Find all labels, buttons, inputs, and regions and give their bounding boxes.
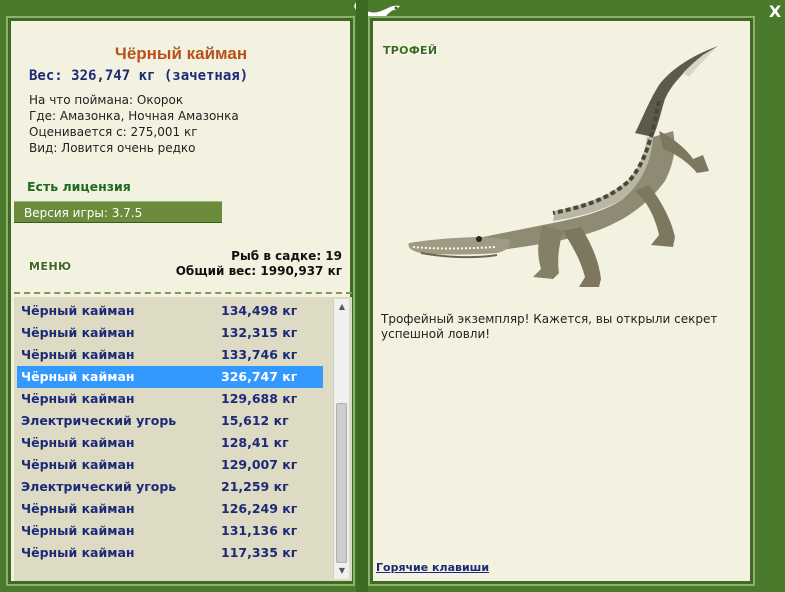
list-item-weight: 15,612 кг	[221, 413, 289, 428]
list-item-name: Чёрный кайман	[21, 501, 135, 516]
fish-weight: Вес: 326,747 кг (зачетная)	[29, 68, 249, 84]
list-item[interactable]: Чёрный кайман 129,688 кг	[17, 388, 323, 410]
list-item[interactable]: Чёрный кайман 129,007 кг	[17, 454, 323, 476]
keepnet-total: Общий вес: 1990,937 кг	[175, 264, 342, 278]
list-item-name: Чёрный кайман	[21, 523, 135, 538]
list-item-name: Чёрный кайман	[21, 391, 135, 406]
list-item[interactable]: Чёрный кайман 134,498 кг	[17, 300, 323, 322]
caiman-image	[408, 46, 718, 287]
fish-rated: Оценивается с: 275,001 кг	[29, 125, 198, 139]
list-item-name: Чёрный кайман	[21, 303, 135, 318]
list-item-weight: 134,498 кг	[221, 303, 298, 318]
list-item-weight: 129,688 кг	[221, 391, 298, 406]
list-scrollbar[interactable]: ▲ ▼	[333, 299, 349, 579]
menu-button[interactable]: МЕНЮ	[29, 260, 72, 273]
list-item-weight: 133,746 кг	[221, 347, 298, 362]
list-item[interactable]: Чёрный кайман 326,747 кг	[17, 366, 323, 388]
list-item[interactable]: Электрический угорь 21,259 кг	[17, 476, 323, 498]
fish-location: Где: Амазонка, Ночная Амазонка	[29, 109, 239, 123]
fish-bait: На что поймана: Окорок	[29, 93, 184, 107]
fish-list-rows: Чёрный кайман 134,498 кг Чёрный кайман 132,…	[17, 300, 323, 564]
hotkeys-link[interactable]: Горячие клавиши	[376, 561, 489, 574]
list-item-weight: 131,136 кг	[221, 523, 298, 538]
list-item-weight: 132,315 кг	[221, 325, 298, 340]
chevron-down-icon[interactable]: ▼	[334, 563, 350, 579]
list-item-weight: 126,249 кг	[221, 501, 298, 516]
keepnet-count: Рыб в садке: 19	[231, 249, 342, 263]
scrollbar-thumb[interactable]	[336, 403, 347, 563]
list-item[interactable]: Электрический угорь 15,612 кг	[17, 410, 323, 432]
list-item[interactable]: Чёрный кайман 132,315 кг	[17, 322, 323, 344]
fish-kind: Вид: Ловится очень редко	[29, 141, 196, 155]
trophy-text: Трофейный экземпляр! Кажется, вы открыли…	[381, 312, 718, 341]
window-frame: X Чёрный кайман Вес: 326,747 кг (зачетна…	[0, 0, 785, 592]
keepnet-summary: Рыб в садке: 19 Общий вес: 1990,937 кг	[176, 249, 342, 279]
list-item-name: Чёрный кайман	[21, 435, 135, 450]
divider	[14, 292, 352, 294]
panel-divider	[356, 0, 368, 592]
list-item-name: Чёрный кайман	[21, 457, 135, 472]
version-bar: Версия игры: 3.7.5	[14, 201, 222, 223]
list-item-weight: 129,007 кг	[221, 457, 298, 472]
list-item-name: Чёрный кайман	[21, 369, 135, 384]
list-item-name: Электрический угорь	[21, 413, 177, 428]
list-item-name: Чёрный кайман	[21, 347, 135, 362]
close-icon[interactable]: X	[766, 3, 784, 21]
list-item-weight: 326,747 кг	[221, 369, 298, 384]
list-item[interactable]: Чёрный кайман 128,41 кг	[17, 432, 323, 454]
fish-info-panel: Чёрный кайман Вес: 326,747 кг (зачетная)…	[6, 16, 355, 586]
chevron-up-icon[interactable]: ▲	[334, 299, 350, 315]
trophy-panel: ТРОФЕЙ Трофейный экземпляр! Кажется, вы …	[368, 16, 755, 586]
fish-list: Чёрный кайман 134,498 кг Чёрный кайман 132,…	[14, 297, 352, 581]
list-item-weight: 21,259 кг	[221, 479, 289, 494]
list-item[interactable]: Чёрный кайман 133,746 кг	[17, 344, 323, 366]
list-item[interactable]: Чёрный кайман 131,136 кг	[17, 520, 323, 542]
list-item-name: Электрический угорь	[21, 479, 177, 494]
list-item[interactable]: Чёрный кайман 117,335 кг	[17, 542, 323, 564]
list-item-name: Чёрный кайман	[21, 545, 135, 560]
list-item-weight: 117,335 кг	[221, 545, 298, 560]
license-status: Есть лицензия	[27, 179, 131, 194]
fish-title: Чёрный кайман	[114, 44, 248, 63]
list-item-weight: 128,41 кг	[221, 435, 289, 450]
list-item-name: Чёрный кайман	[21, 325, 135, 340]
list-item[interactable]: Чёрный кайман 126,249 кг	[17, 498, 323, 520]
